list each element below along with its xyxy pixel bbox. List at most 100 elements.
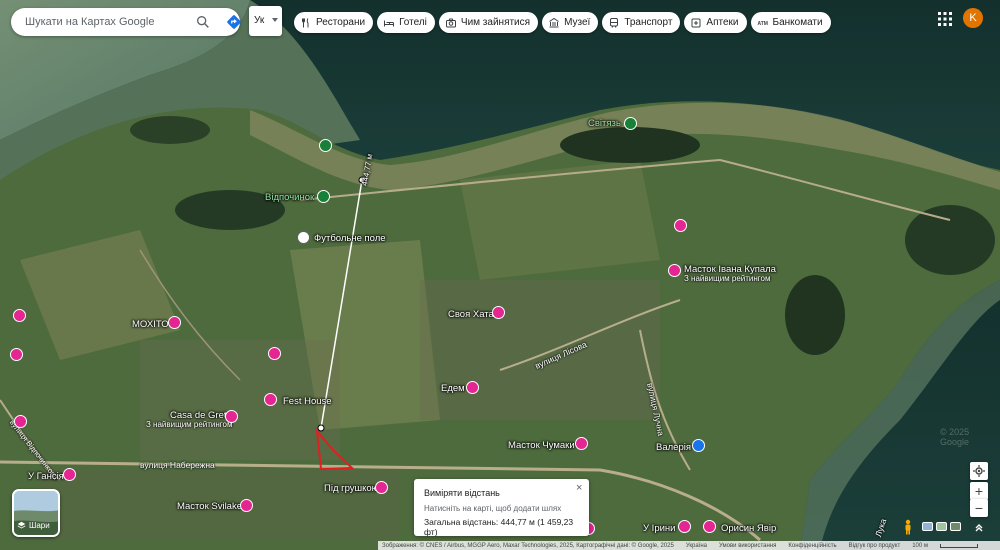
map-watermark: © 2025 Google bbox=[940, 427, 970, 447]
layers-icon bbox=[17, 521, 26, 529]
terms-link[interactable]: Умови використання bbox=[719, 543, 776, 549]
apps-grid-icon[interactable] bbox=[937, 11, 953, 27]
map-footer: Зображення: © CNES / Airbus, MGGP Aero, … bbox=[378, 541, 1000, 550]
camera-icon bbox=[445, 18, 456, 27]
imagery-thumbnails bbox=[922, 522, 961, 531]
hotel-pin-icon[interactable] bbox=[492, 306, 505, 319]
place-label-u-hansia[interactable]: У Гансія bbox=[28, 471, 64, 482]
chip-label: Ресторани bbox=[316, 17, 366, 28]
place-pin-icon[interactable] bbox=[297, 231, 310, 244]
restaurant-icon bbox=[302, 17, 309, 27]
layers-label-wrap: Шари bbox=[17, 521, 50, 530]
place-label-valeria[interactable]: Валерія bbox=[656, 442, 691, 453]
place-label-fest-house[interactable]: Fest House bbox=[283, 396, 332, 407]
thumbnail-image[interactable] bbox=[922, 522, 933, 531]
language-selector[interactable]: Ук bbox=[249, 6, 282, 36]
zoom-in-button[interactable]: + bbox=[970, 482, 988, 500]
search-box[interactable] bbox=[11, 8, 243, 36]
place-label-mistok-chumaky[interactable]: Масток Чумаки bbox=[508, 440, 575, 451]
chip-atms[interactable]: ATM Банкомати bbox=[750, 12, 831, 33]
layers-button[interactable]: Шари bbox=[12, 489, 60, 537]
park-pin-icon[interactable] bbox=[624, 117, 637, 130]
park-pin-icon[interactable] bbox=[317, 190, 330, 203]
chip-label: Готелі bbox=[399, 17, 427, 28]
account-avatar[interactable]: K bbox=[963, 8, 983, 28]
layer-preview-image bbox=[14, 491, 58, 535]
chip-label: Аптеки bbox=[706, 17, 739, 28]
country-link[interactable]: Україна bbox=[686, 543, 707, 549]
attribution-text: Зображення: © CNES / Airbus, MGGP Aero, … bbox=[382, 542, 674, 549]
chip-label: Банкомати bbox=[772, 17, 823, 28]
hotel-pin-icon[interactable] bbox=[668, 264, 681, 277]
measure-hint: Натисніть на карті, щоб додати шлях bbox=[424, 504, 562, 513]
scale-bar bbox=[940, 543, 979, 548]
feedback-link[interactable]: Відгук про продукт bbox=[849, 543, 901, 549]
search-input[interactable] bbox=[25, 16, 185, 28]
my-location-icon bbox=[973, 465, 985, 477]
zoom-in-icon: + bbox=[974, 483, 984, 499]
place-label-mistok-svilake[interactable]: Масток Svilake bbox=[177, 501, 242, 512]
pegman-icon[interactable] bbox=[903, 519, 913, 535]
hotel-pin-icon[interactable] bbox=[10, 348, 23, 361]
hotel-pin-icon[interactable] bbox=[13, 309, 26, 322]
hotel-icon bbox=[384, 20, 395, 26]
hotel-pin-icon[interactable] bbox=[240, 499, 253, 512]
language-label: Ук bbox=[254, 15, 265, 26]
expand-controls-button[interactable] bbox=[970, 519, 988, 537]
place-label-orysyn-yavir[interactable]: Орисин Явір bbox=[721, 523, 776, 534]
atm-icon: ATM bbox=[757, 21, 767, 27]
thumbnail-image[interactable] bbox=[950, 522, 961, 531]
place-label-svitiaz[interactable]: Світязь bbox=[588, 118, 621, 129]
museum-icon bbox=[549, 17, 559, 27]
place-label-vidpochynok[interactable]: Відпочинок bbox=[265, 192, 314, 203]
hotel-pin-icon[interactable] bbox=[674, 219, 687, 232]
privacy-link[interactable]: Конфіденційність bbox=[788, 543, 836, 549]
place-label-pid-grushkoiu[interactable]: Під грушкою bbox=[324, 483, 379, 494]
measure-total-distance: Загальна відстань: 444,77 м (1 459,23 фт… bbox=[424, 517, 574, 537]
my-location-button[interactable] bbox=[970, 462, 988, 480]
chip-transit[interactable]: Транспорт bbox=[602, 12, 681, 33]
place-label-edem[interactable]: Едем bbox=[441, 383, 465, 394]
hotel-pin-icon[interactable] bbox=[264, 393, 277, 406]
place-label-football[interactable]: Футбольне поле bbox=[314, 233, 386, 244]
chip-museums[interactable]: Музеї bbox=[542, 12, 599, 33]
measure-title: Виміряти відстань bbox=[424, 488, 500, 498]
shopping-pin-icon[interactable] bbox=[692, 439, 705, 452]
place-sublabel-top-rated: З найвищим рейтингом bbox=[684, 274, 771, 283]
directions-icon[interactable] bbox=[225, 13, 243, 31]
caret-down-icon bbox=[272, 18, 278, 22]
place-label-svoia-khata[interactable]: Своя Хата bbox=[448, 309, 494, 320]
search-icon[interactable] bbox=[195, 14, 211, 30]
hotel-pin-icon[interactable] bbox=[703, 520, 716, 533]
place-label-mohito[interactable]: МОХІТО bbox=[132, 319, 169, 330]
chip-restaurants[interactable]: Ресторани bbox=[294, 12, 374, 33]
chip-label: Чим зайнятися bbox=[460, 17, 531, 28]
place-label-u-iryny[interactable]: У Ірини bbox=[643, 523, 675, 534]
svg-text:ATM: ATM bbox=[757, 21, 767, 27]
chip-label: Транспорт bbox=[624, 17, 673, 28]
restaurant-pin-icon[interactable] bbox=[319, 139, 332, 152]
hotel-pin-icon[interactable] bbox=[14, 415, 27, 428]
place-sublabel-top-rated: З найвищим рейтингом bbox=[146, 420, 233, 429]
hotel-pin-icon[interactable] bbox=[375, 481, 388, 494]
close-icon[interactable]: × bbox=[576, 482, 582, 494]
scale-label[interactable]: 100 м bbox=[912, 543, 928, 549]
street-label-naberezhna: вулиця Набережна bbox=[140, 460, 215, 470]
zoom-out-icon: − bbox=[974, 500, 984, 516]
chip-hotels[interactable]: Готелі bbox=[377, 12, 435, 33]
hotel-pin-icon[interactable] bbox=[678, 520, 691, 533]
hotel-pin-icon[interactable] bbox=[268, 347, 281, 360]
hotel-pin-icon[interactable] bbox=[168, 316, 181, 329]
hotel-pin-icon[interactable] bbox=[466, 381, 479, 394]
category-chips: Ресторани Готелі Чим зайнятися Музеї Тра… bbox=[294, 12, 831, 33]
chevron-up-icon bbox=[975, 524, 983, 532]
hotel-pin-icon[interactable] bbox=[225, 410, 238, 423]
hotel-pin-icon[interactable] bbox=[63, 468, 76, 481]
layers-label: Шари bbox=[29, 521, 50, 530]
chip-things-to-do[interactable]: Чим зайнятися bbox=[438, 12, 539, 33]
chip-label: Музеї bbox=[564, 17, 591, 28]
chip-pharmacies[interactable]: Аптеки bbox=[684, 12, 747, 33]
zoom-out-button[interactable]: − bbox=[970, 499, 988, 517]
hotel-pin-icon[interactable] bbox=[575, 437, 588, 450]
thumbnail-image[interactable] bbox=[936, 522, 947, 531]
